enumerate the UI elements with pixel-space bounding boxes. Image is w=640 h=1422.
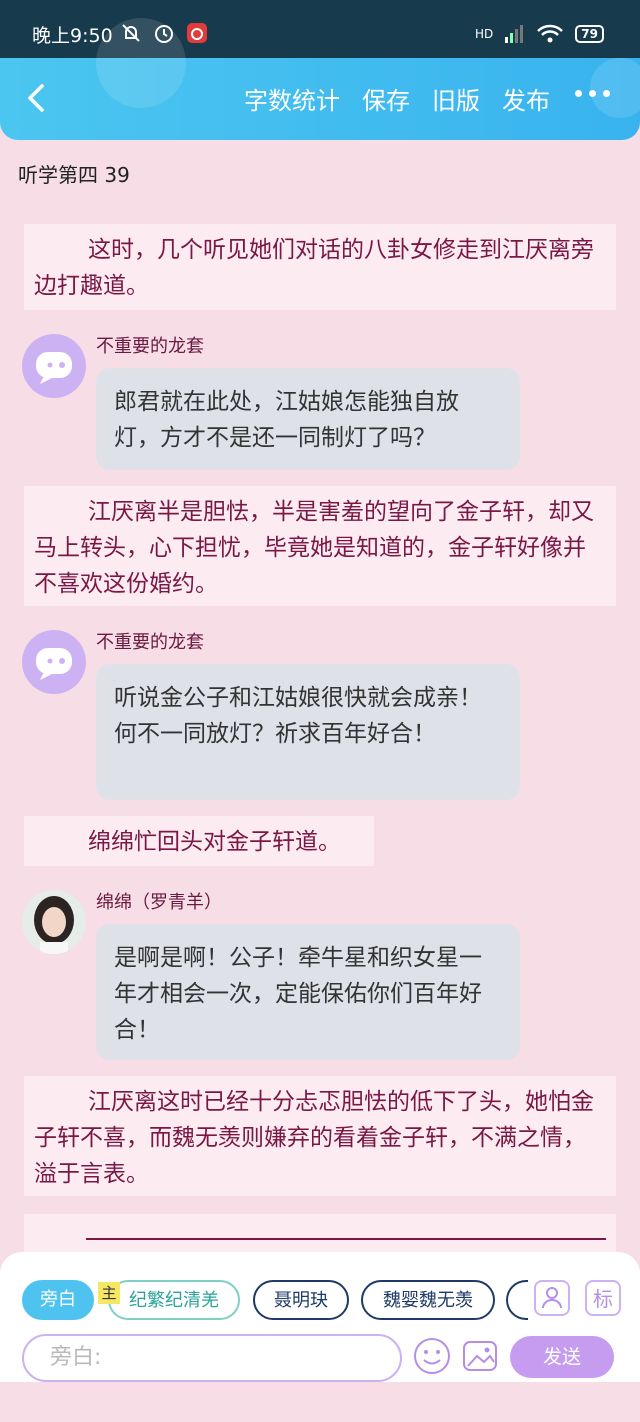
composer-panel: 旁白 纪繁纪清羌 主 聂明玦 魏婴魏无羡 标 旁白: 发送	[0, 1252, 640, 1382]
publish-button[interactable]: 发布	[502, 84, 550, 118]
role-chip-lead[interactable]: 纪繁纪清羌	[108, 1280, 240, 1320]
status-right: HD 79	[475, 24, 604, 44]
netease-music-icon	[187, 23, 207, 43]
image-icon[interactable]	[460, 1336, 500, 1376]
signal-icon	[505, 25, 524, 43]
character-portrait-icon	[22, 890, 86, 954]
narration-block[interactable]: 这时，几个听见她们对话的八卦女修走到江厌离旁边打趣道。	[24, 224, 616, 310]
more-dots-icon[interactable]	[575, 90, 610, 97]
avatar[interactable]	[22, 334, 86, 398]
send-button[interactable]: 发送	[510, 1336, 614, 1378]
lead-badge: 主	[98, 1282, 120, 1304]
person-icon	[542, 1287, 562, 1309]
role-chip-narrator[interactable]: 旁白	[22, 1280, 94, 1320]
avatar[interactable]	[22, 630, 86, 694]
tag-button[interactable]: 标	[585, 1280, 621, 1316]
character-avatar[interactable]	[22, 890, 86, 954]
navigation-strip	[0, 1382, 640, 1422]
chapter-title: 听学第四 39	[18, 163, 130, 187]
speaker-name: 不重要的龙套	[96, 336, 204, 357]
status-bar: 晚上9:50 HD 79	[0, 0, 640, 58]
dialog-bubble[interactable]: 郎君就在此处，江姑娘怎能独自放灯，方才不是还一同制灯了吗？	[96, 368, 520, 470]
role-chip-character[interactable]: 聂明玦	[253, 1280, 349, 1320]
new-narration-input[interactable]	[24, 1214, 616, 1254]
role-chip-character[interactable]: 魏婴魏无羡	[361, 1280, 495, 1320]
speaker-name: 不重要的龙套	[96, 632, 204, 653]
save-button[interactable]: 保存	[362, 84, 410, 118]
narration-block[interactable]: 江厌离半是胆怯，半是害羞的望向了金子轩，却又马上转头，心下担忧，毕竟她是知道的，…	[24, 486, 616, 606]
chat-bubble-icon	[36, 648, 72, 680]
header-actions: 字数统计 保存 旧版 发布	[244, 84, 550, 118]
narration-block[interactable]: 江厌离这时已经十分忐忑胆怯的低下了头，她怕金子轩不喜，而魏无羡则嫌弃的看着金子轩…	[24, 1076, 616, 1196]
narration-text: 江厌离半是胆怯，半是害羞的望向了金子轩，却又马上转头，心下担忧，毕竟她是知道的，…	[34, 499, 594, 597]
speaker-name: 绵绵（罗青羊）	[96, 892, 222, 913]
word-count-button[interactable]: 字数统计	[244, 84, 340, 118]
character-manage-button[interactable]	[534, 1280, 570, 1316]
dialog-bubble[interactable]: 听说金公子和江姑娘很快就会成亲！何不一同放灯？祈求百年好合！	[96, 664, 520, 800]
editor-header: 字数统计 保存 旧版 发布	[0, 18, 640, 140]
chat-bubble-icon	[36, 352, 72, 384]
narration-text: 绵绵忙回头对金子轩道。	[88, 829, 341, 855]
narration-text: 这时，几个听见她们对话的八卦女修走到江厌离旁边打趣道。	[34, 237, 594, 299]
old-version-button[interactable]: 旧版	[432, 84, 480, 118]
battery-level: 79	[575, 25, 604, 43]
text-cursor-line	[86, 1238, 606, 1240]
role-chip-partial[interactable]	[506, 1280, 528, 1320]
emoji-icon[interactable]	[412, 1336, 452, 1376]
message-input[interactable]: 旁白:	[22, 1334, 402, 1382]
dialog-bubble[interactable]: 是啊是啊！公子！牵牛星和织女星一年才相会一次，定能保佑你们百年好合！	[96, 924, 520, 1060]
chevron-left-icon[interactable]	[18, 78, 58, 118]
decor-bubble	[590, 58, 640, 118]
network-label: HD	[475, 27, 494, 41]
narration-block[interactable]: 绵绵忙回头对金子轩道。	[24, 816, 374, 866]
narration-text: 江厌离这时已经十分忐忑胆怯的低下了头，她怕金子轩不喜，而魏无羡则嫌弃的看着金子轩…	[34, 1089, 594, 1187]
wifi-icon	[537, 24, 564, 43]
decor-bubble	[96, 18, 186, 108]
